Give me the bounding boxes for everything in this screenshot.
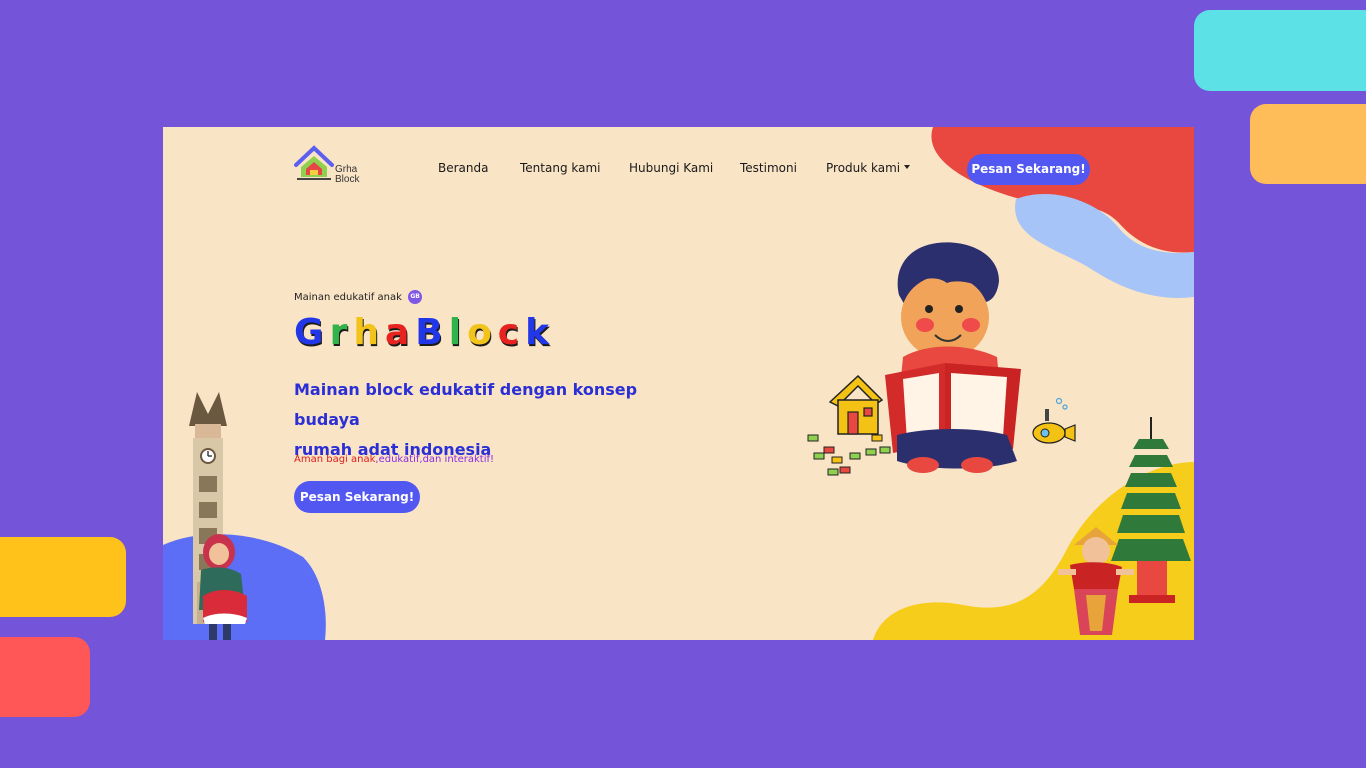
nav-order-now-button[interactable]: Pesan Sekarang!	[967, 154, 1090, 185]
logo-name-line2: Block	[335, 174, 360, 185]
nav-item-testimoni[interactable]: Testimoni	[740, 161, 797, 175]
grha-block-logo[interactable]: Grha Block	[294, 145, 366, 191]
hero-tagline: Mainan block edukatif dengan konsep buda…	[294, 375, 694, 465]
brand-letter: o	[467, 312, 498, 353]
hero-brand-title: GrhaBlock	[294, 312, 555, 353]
caret-down-icon	[904, 164, 911, 169]
nav-item-beranda[interactable]: Beranda	[438, 161, 488, 175]
website-screenshot: Grha Block Beranda Tentang kami Hubungi …	[163, 127, 1194, 640]
brand-letter: B	[415, 312, 449, 353]
safety-text-part1: Aman bagi anak	[294, 454, 376, 465]
hijab-girl-icon	[199, 534, 247, 640]
decor-cyan-block	[1194, 10, 1366, 91]
lego-blocks-icon	[807, 434, 891, 476]
submarine-icon	[1032, 397, 1076, 444]
brand-letter: a	[384, 312, 416, 353]
house-logo-icon	[294, 145, 334, 180]
gb-badge: GB	[408, 290, 423, 304]
hero-eyebrow: Mainan edukatif anak GB	[294, 290, 423, 304]
decor-orange-block	[1250, 104, 1366, 184]
nav-item-produk-kami[interactable]: Produk kami	[826, 161, 911, 175]
hero-eyebrow-text: Mainan edukatif anak	[294, 292, 402, 303]
decor-red-block	[0, 637, 90, 717]
brand-letter: r	[329, 312, 354, 353]
safety-text-part2: ,edukatif,dan interaktif!	[375, 454, 495, 465]
nav-item-hubungi-kami[interactable]: Hubungi Kami	[629, 161, 713, 175]
hero-order-now-button[interactable]: Pesan Sekarang!	[294, 481, 420, 513]
hero-safety-text: Aman bagi anak,edukatif,dan interaktif!	[294, 454, 494, 465]
nav-item-tentang-kami[interactable]: Tentang kami	[520, 161, 601, 175]
logo-wordmark: Grha Block	[335, 165, 359, 185]
brand-letter: c	[497, 312, 526, 353]
nav-item-produk-kami-label: Produk kami	[826, 161, 901, 175]
hero-tagline-line1: Mainan block edukatif dengan konsep buda…	[294, 380, 638, 429]
brand-letter: l	[448, 312, 468, 353]
balinese-dancer-icon	[1058, 527, 1134, 635]
decor-yellow-block	[0, 537, 126, 617]
brand-letter: G	[294, 312, 330, 353]
brand-letter: k	[525, 312, 556, 353]
brand-letter: h	[353, 312, 385, 353]
